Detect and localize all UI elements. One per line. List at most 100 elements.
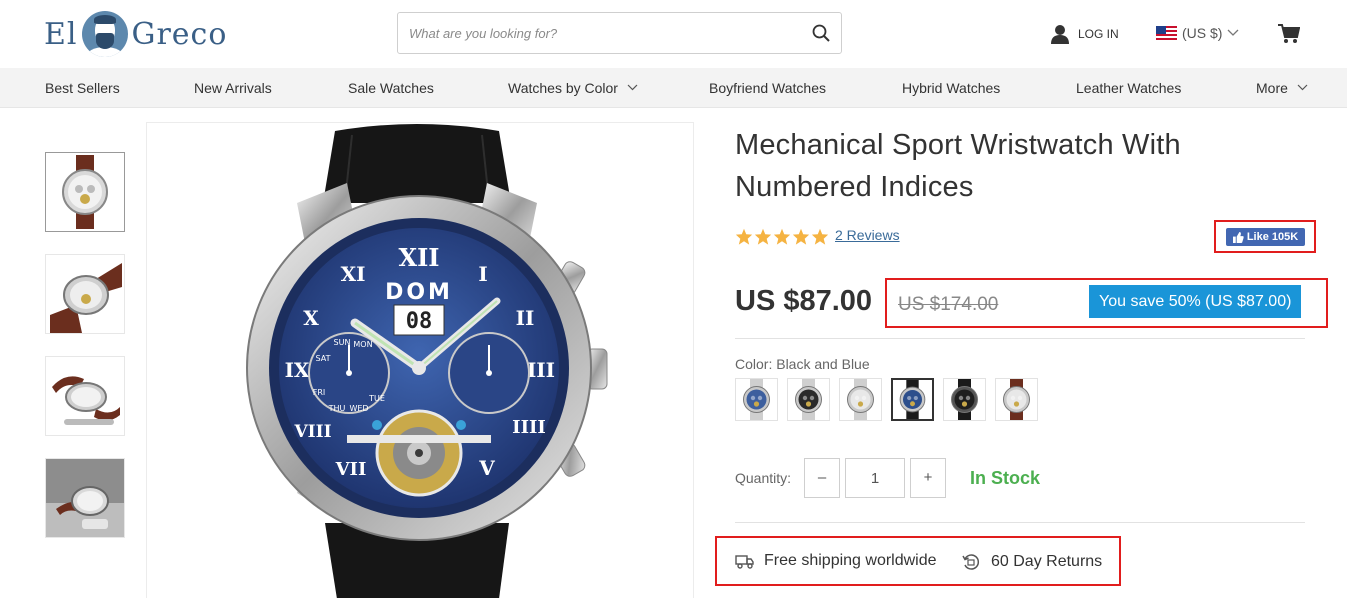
divider: [735, 522, 1305, 523]
subdial-day: FRI: [313, 388, 326, 397]
star-icon: [773, 228, 791, 245]
logo-word-right: Greco: [131, 16, 228, 52]
star-icon: [792, 228, 810, 245]
like-count: Like 105K: [1246, 231, 1299, 243]
nav-item-leather-watches[interactable]: Leather Watches: [1076, 68, 1181, 108]
user-icon: [1051, 25, 1069, 44]
dial-numeral: IX: [285, 358, 310, 382]
subdial-day: WED: [349, 404, 368, 413]
dial-numeral: VII: [335, 459, 367, 480]
star-icon: [811, 228, 829, 245]
facebook-like-highlight: Like 105K: [1214, 220, 1316, 253]
nav-item-boyfriend-watches[interactable]: Boyfriend Watches: [709, 68, 826, 108]
facebook-like-button[interactable]: Like 105K: [1226, 228, 1305, 246]
dial-numeral: XI: [341, 262, 366, 286]
shipping-returns-highlight: Free shipping worldwide 60 Day Returns: [715, 536, 1121, 586]
quantity-input[interactable]: [845, 458, 905, 498]
cart-icon: [1278, 24, 1301, 43]
color-swatch[interactable]: [735, 378, 778, 421]
gallery-thumbnail[interactable]: [45, 356, 125, 436]
dial-numeral: VIII: [293, 422, 331, 442]
watch-swatch-image: [899, 380, 926, 419]
original-price: US $174.00: [898, 294, 999, 315]
divider: [735, 338, 1305, 339]
subdial-day: MON: [353, 340, 372, 349]
quantity-label: Quantity:: [735, 470, 792, 486]
stock-status: In Stock: [970, 468, 1041, 488]
watch-main-image: XII I II III IIII V VI VII VIII IX X XI …: [246, 124, 608, 598]
nav-item-best-sellers[interactable]: Best Sellers: [45, 68, 120, 108]
watch-swatch-image: [847, 379, 874, 420]
watch-swatch-image: [951, 379, 978, 420]
cart-button[interactable]: [1278, 24, 1301, 49]
chevron-down-icon: [627, 84, 638, 91]
color-swatch[interactable]: [995, 378, 1038, 421]
logo-word-left: El: [44, 16, 78, 52]
logo-portrait-icon: [81, 11, 128, 57]
search-input[interactable]: [398, 14, 801, 52]
product-title: Mechanical Sport Wristwatch With Numbere…: [735, 129, 1181, 203]
shipping-label: Free shipping worldwide: [764, 552, 937, 569]
watch-thumbnail-image: [46, 459, 124, 537]
star-icon: [735, 228, 753, 245]
color-swatch[interactable]: [839, 378, 882, 421]
gallery-thumbnail[interactable]: [45, 254, 125, 334]
watch-thumbnail-image: [50, 263, 122, 333]
brand-logo[interactable]: El Greco: [44, 10, 227, 58]
rating-stars: [735, 228, 829, 245]
dial-numeral: III: [527, 358, 555, 382]
login-label: LOG IN: [1078, 27, 1119, 41]
subdial-day: THU: [328, 404, 346, 413]
returns-label: 60 Day Returns: [991, 553, 1103, 570]
dial-numeral: IIII: [512, 417, 546, 438]
dial-brand: DOM: [385, 280, 453, 305]
color-swatch[interactable]: [787, 378, 830, 421]
return-icon: [962, 554, 980, 570]
dial-numeral: X: [303, 306, 319, 330]
us-flag-icon: [1156, 26, 1177, 40]
color-swatch[interactable]: [891, 378, 934, 421]
quantity-increment-button[interactable]: +: [910, 458, 946, 498]
chevron-down-icon: [1297, 84, 1308, 91]
watch-swatch-image: [795, 379, 822, 420]
watch-swatch-image: [743, 379, 770, 420]
main-nav: Best Sellers New Arrivals Sale Watches W…: [0, 68, 1347, 108]
watch-thumbnail-image: [62, 155, 108, 229]
reviews-link[interactable]: 2 Reviews: [835, 227, 900, 243]
thumbs-up-icon: [1232, 231, 1244, 243]
quantity-decrement-button[interactable]: –: [804, 458, 840, 498]
currency-label: (US $): [1182, 25, 1223, 41]
search-bar: [397, 12, 842, 54]
returns-info: 60 Day Returns: [961, 552, 1102, 572]
search-icon: [812, 24, 830, 42]
subdial-day: SAT: [316, 354, 331, 363]
main-product-image[interactable]: XII I II III IIII V VI VII VIII IX X XI …: [146, 122, 694, 598]
subdial-day: TUE: [368, 394, 385, 403]
watch-thumbnail-image: [52, 376, 120, 425]
dial-numeral: V: [478, 456, 495, 480]
watch-swatch-image: [1003, 379, 1030, 420]
currency-selector[interactable]: (US $): [1156, 25, 1239, 41]
color-label: Color: Black and Blue: [735, 356, 870, 372]
current-price: US $87.00: [735, 285, 873, 317]
site-header: El Greco LOG IN (US $): [0, 0, 1347, 68]
star-icon: [754, 228, 772, 245]
dial-numeral: I: [478, 262, 487, 286]
free-shipping-info: Free shipping worldwide: [735, 552, 937, 570]
nav-item-watches-by-color[interactable]: Watches by Color: [508, 68, 638, 108]
chevron-down-icon: [1227, 29, 1239, 36]
nav-item-sale-watches[interactable]: Sale Watches: [348, 68, 434, 108]
truck-icon: [735, 554, 754, 569]
nav-item-new-arrivals[interactable]: New Arrivals: [194, 68, 272, 108]
color-swatch[interactable]: [943, 378, 986, 421]
price-savings-highlight: US $174.00 You save 50% (US $87.00): [885, 278, 1328, 328]
dial-numeral: XII: [398, 243, 439, 272]
savings-badge: You save 50% (US $87.00): [1089, 285, 1302, 318]
nav-item-hybrid-watches[interactable]: Hybrid Watches: [902, 68, 1000, 108]
nav-item-more[interactable]: More: [1256, 68, 1308, 108]
gallery-thumbnail[interactable]: [45, 152, 125, 232]
gallery-thumbnail[interactable]: [45, 458, 125, 538]
login-link[interactable]: LOG IN: [1050, 24, 1119, 44]
dial-date: 08: [406, 309, 433, 334]
search-button[interactable]: [801, 13, 841, 53]
